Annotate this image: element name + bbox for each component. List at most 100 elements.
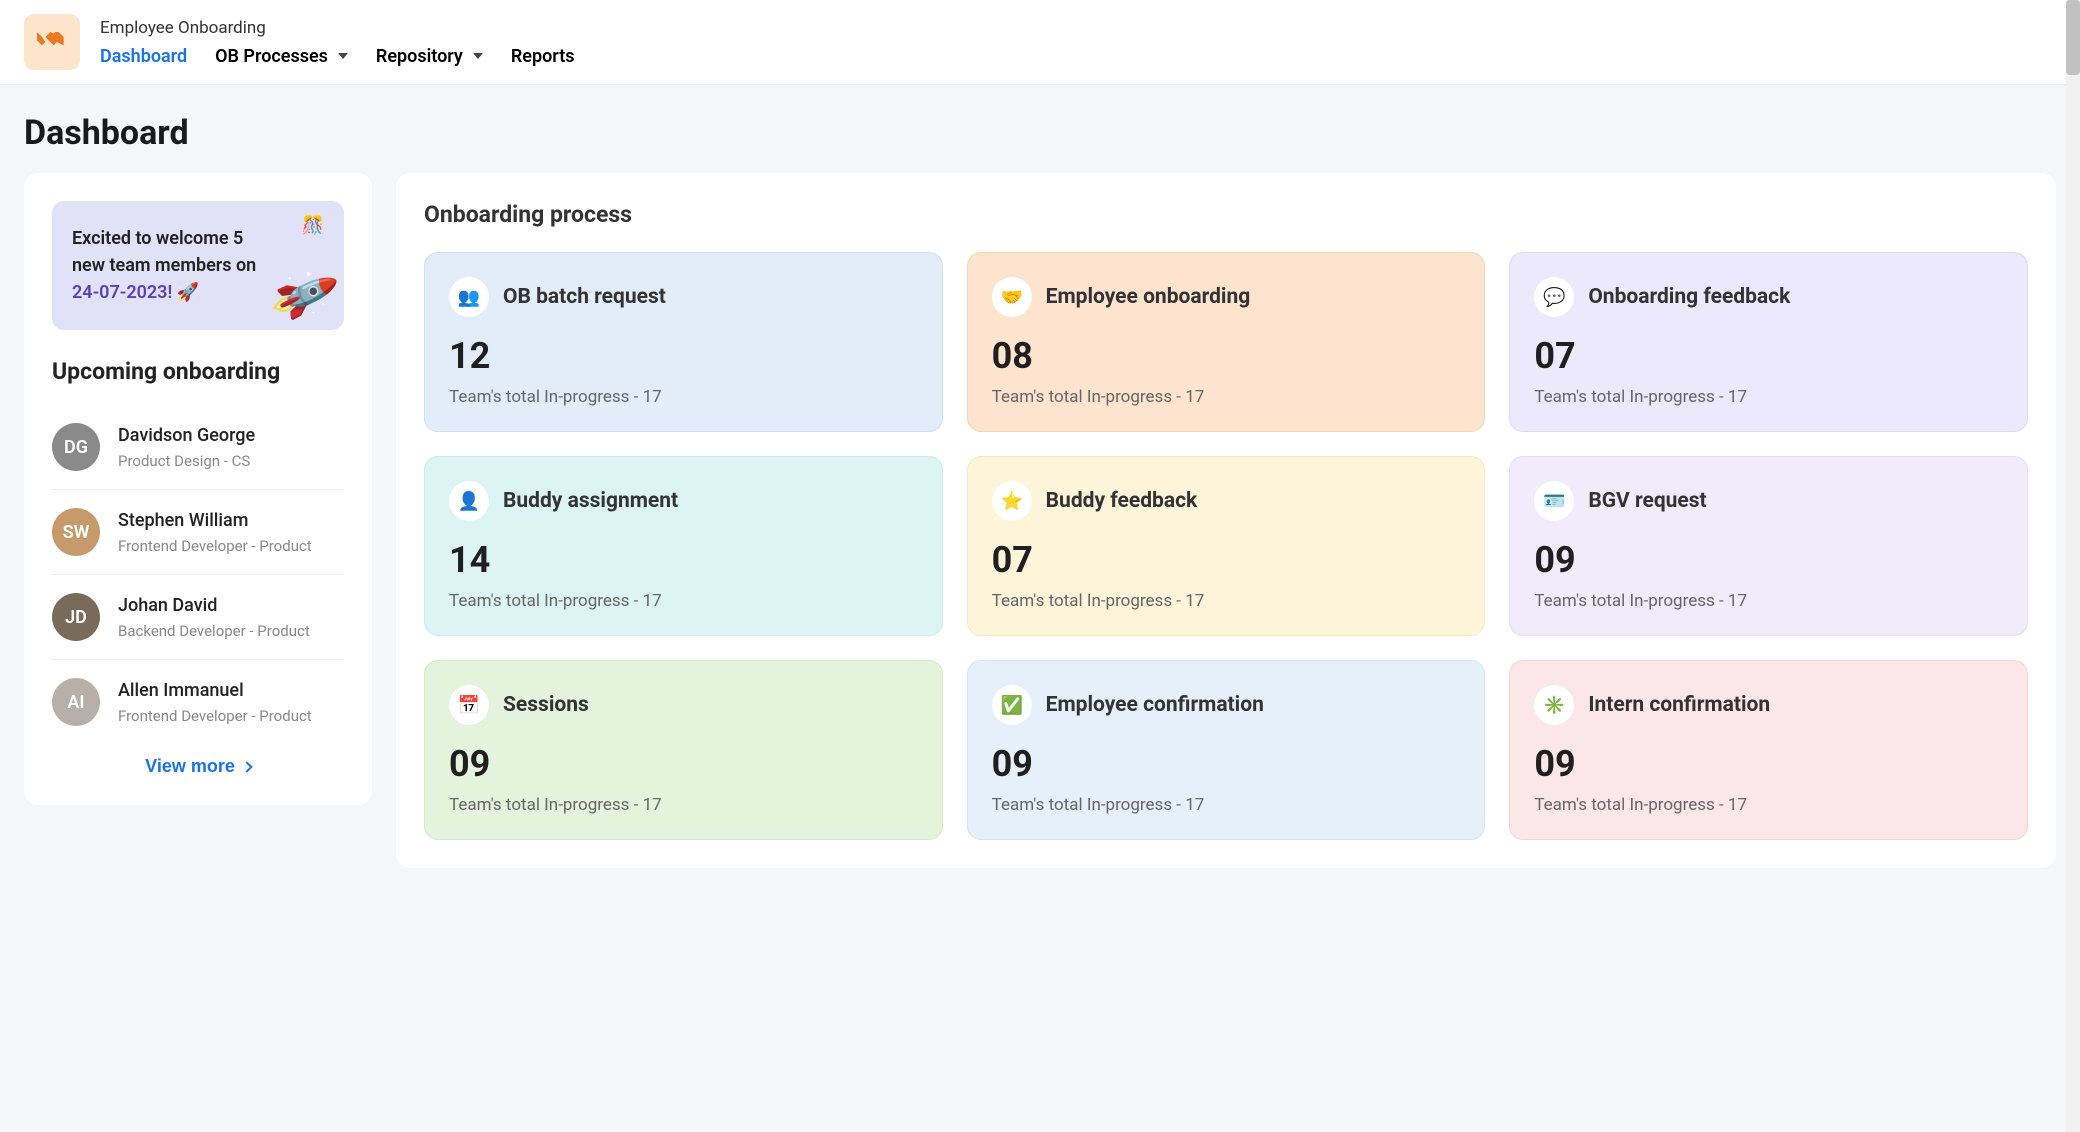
process-card-intern-confirmation[interactable]: ✳️ Intern confirmation 09 Team's total In-p… <box>1509 660 2028 840</box>
user-role: Frontend Developer - Product <box>118 537 312 555</box>
feedback-icon: 💬 <box>1534 277 1574 317</box>
card-subtext: Team's total In-progress - 17 <box>992 795 1461 815</box>
card-head: ⭐ Buddy feedback <box>992 481 1461 521</box>
card-head: 🪪BGV request <box>1534 481 2003 521</box>
card-count: 07 <box>1534 335 2003 377</box>
user-info: Johan David Backend Developer - Product <box>118 595 310 640</box>
app-logo <box>24 14 80 70</box>
nav-item-dashboard[interactable]: Dashboard <box>100 46 187 67</box>
card-head: 👥OB batch request <box>449 277 918 317</box>
card-head: 📅 Sessions <box>449 685 918 725</box>
process-title: Onboarding process <box>424 201 2028 228</box>
card-title: Intern confirmation <box>1588 693 1770 717</box>
process-card-buddy-assignment[interactable]: 👤Buddy assignment 14 Team's total In-progr… <box>424 456 943 636</box>
chevron-down-icon <box>473 53 483 59</box>
card-head: ✅ Employee confirmation <box>992 685 1461 725</box>
cards-grid: 👥OB batch request 12 Team's total In-progr… <box>424 252 2028 840</box>
nav-item-repository[interactable]: Repository <box>376 46 483 67</box>
calendar-icon: 📅 <box>449 685 489 725</box>
avatar: SW <box>52 508 100 556</box>
card-subtext: Team's total In-progress - 17 <box>449 795 918 815</box>
card-subtext: Team's total In-progress - 17 <box>449 591 918 611</box>
scrollbar-thumb[interactable] <box>2066 0 2080 75</box>
card-title: Sessions <box>503 693 589 717</box>
nav-item-label: OB Processes <box>215 46 328 67</box>
nav-item-label: Dashboard <box>100 46 187 67</box>
view-more-wrap: View more <box>52 744 344 777</box>
card-head: ✳️ Intern confirmation <box>1534 685 2003 725</box>
process-card-bgv-request[interactable]: 🪪BGV request 09 Team's total In-progress -… <box>1509 456 2028 636</box>
handshake-icon: 🤝 <box>992 277 1032 317</box>
user-item[interactable]: AI Allen ImmanuelFrontend Developer - Pro… <box>52 660 344 744</box>
card-count: 07 <box>992 539 1461 581</box>
app-title: Employee Onboarding <box>100 18 575 38</box>
process-card-onboarding-feedback[interactable]: 💬 Onboarding feedback 07 Team's total In-pr… <box>1509 252 2028 432</box>
upcoming-title: Upcoming onboarding <box>52 358 344 385</box>
bgv-icon: 🪪 <box>1534 481 1574 521</box>
process-card-ob-batch-request[interactable]: 👥OB batch request12Team's total In-progr… <box>424 252 943 432</box>
view-more-button[interactable]: View more <box>145 756 251 777</box>
process-card-buddy-feedback[interactable]: ⭐ Buddy feedback 07 Team's total In-progres… <box>967 456 1486 636</box>
main: 🎊 Excited to welcome 5 new team members … <box>0 173 2080 892</box>
card-count: 12 <box>449 335 918 377</box>
user-name: Johan David <box>118 595 310 616</box>
user-role: Backend Developer - Product <box>118 622 310 640</box>
user-name: Stephen William <box>118 510 312 531</box>
welcome-line1: Excited to welcome 5 <box>72 228 243 249</box>
card-title: Onboarding feedback <box>1588 285 1790 309</box>
nav-item-ob-processes[interactable]: OB Processes <box>215 46 348 67</box>
nav: Dashboard OB Processes Repository Reports <box>100 46 575 67</box>
process-card-employee-onboarding[interactable]: 🤝Employee onboarding08Team's total In-pr… <box>967 252 1486 432</box>
card-head: 👤Buddy assignment <box>449 481 918 521</box>
card-head: 🤝Employee onboarding <box>992 277 1461 317</box>
card-head: 💬 Onboarding feedback <box>1534 277 2003 317</box>
card-count: 14 <box>449 539 918 581</box>
nav-item-reports[interactable]: Reports <box>511 46 575 67</box>
star-icon: ⭐ <box>992 481 1032 521</box>
card-subtext: Team's total In-progress - 17 <box>992 387 1461 407</box>
user-list: DG Davidson GeorgeProduct Design - CS SW St… <box>52 405 344 744</box>
card-title: Employee confirmation <box>1046 693 1264 717</box>
header: Employee Onboarding Dashboard OB Processe… <box>0 0 2080 85</box>
content: Onboarding process 👥OB batch request 12 Te… <box>396 173 2056 868</box>
card-subtext: Team's total In-progress - 17 <box>1534 795 2003 815</box>
user-name: Allen Immanuel <box>118 680 312 701</box>
sidebar: 🎊 Excited to welcome 5 new team members … <box>24 173 372 805</box>
card-subtext: Team's total In-progress - 17 <box>1534 387 2003 407</box>
avatar: AI <box>52 678 100 726</box>
card-count: 09 <box>449 743 918 785</box>
card-count: 09 <box>1534 539 2003 581</box>
header-content: Employee Onboarding Dashboard OB Processe… <box>100 18 575 67</box>
user-item[interactable]: DG Davidson GeorgeProduct Design - CS <box>52 405 344 490</box>
process-card-sessions[interactable]: 📅 Sessions 09 Team's total In-progress - 17 <box>424 660 943 840</box>
card-title: OB batch request <box>503 285 666 309</box>
avatar: DG <box>52 423 100 471</box>
welcome-card: 🎊 Excited to welcome 5 new team members … <box>52 201 344 330</box>
handshake-icon <box>32 22 72 62</box>
card-subtext: Team's total In-progress - 17 <box>992 591 1461 611</box>
welcome-line2: new team members on <box>72 255 256 276</box>
chevron-down-icon <box>338 53 348 59</box>
decor-confetti: 🎊 <box>302 215 324 236</box>
user-info: Allen ImmanuelFrontend Developer - Produ… <box>118 680 312 725</box>
user-item[interactable]: SW Stephen William Frontend Developer - Pr… <box>52 490 344 575</box>
card-title: Buddy feedback <box>1046 489 1198 513</box>
process-card-employee-confirmation[interactable]: ✅Employee confirmation09Team's total In-… <box>967 660 1486 840</box>
card-count: 09 <box>1534 743 2003 785</box>
user-role: Product Design - CS <box>118 452 255 470</box>
user-info: Stephen William Frontend Developer - Prod… <box>118 510 312 555</box>
chevron-right-icon <box>241 761 252 772</box>
nav-item-label: Reports <box>511 46 575 67</box>
card-subtext: Team's total In-progress - 17 <box>1534 591 2003 611</box>
intern-icon: ✳️ <box>1534 685 1574 725</box>
rocket-emoji-inline: 🚀 <box>177 282 199 303</box>
welcome-date: 24-07-2023! <box>72 282 172 303</box>
card-title: Buddy assignment <box>503 489 678 513</box>
view-more-label: View more <box>145 756 235 777</box>
confirm-icon: ✅ <box>992 685 1032 725</box>
user-item[interactable]: JDJohan DavidBackend Developer - Product <box>52 575 344 660</box>
scrollbar[interactable] <box>2066 0 2080 1132</box>
page-title: Dashboard <box>0 85 2080 173</box>
user-info: Davidson GeorgeProduct Design - CS <box>118 425 255 470</box>
nav-item-label: Repository <box>376 46 463 67</box>
